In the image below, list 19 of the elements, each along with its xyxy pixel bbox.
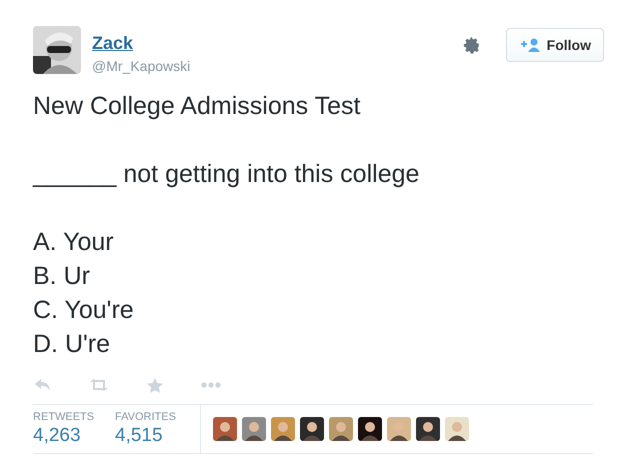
tweet-text: C. You're <box>33 295 135 326</box>
more-icon[interactable] <box>201 382 221 388</box>
stat-count[interactable]: 4,263 <box>33 424 115 448</box>
user-name[interactable]: Zack <box>92 32 452 54</box>
tweet-text: A. Your <box>33 227 115 258</box>
settings-icon[interactable] <box>462 36 481 54</box>
tweet-text: ______ not getting into this college <box>33 159 420 190</box>
user-handle: @Mr_Kapowski <box>92 57 192 75</box>
follow-button[interactable]: Follow <box>506 28 604 62</box>
add-person-icon <box>520 38 541 52</box>
tweet-text: D. U're <box>33 329 112 360</box>
stat-count[interactable]: 4,515 <box>115 424 197 448</box>
tweet-text: B. Ur <box>33 261 91 292</box>
stat-label: RETWEETS <box>33 411 96 424</box>
reply-icon[interactable] <box>35 379 51 391</box>
retweet-icon[interactable] <box>89 379 109 391</box>
star-icon[interactable] <box>147 378 163 392</box>
tweet-text: New College Admissions Test <box>33 91 362 122</box>
stat-label: FAVORITES <box>115 411 177 424</box>
